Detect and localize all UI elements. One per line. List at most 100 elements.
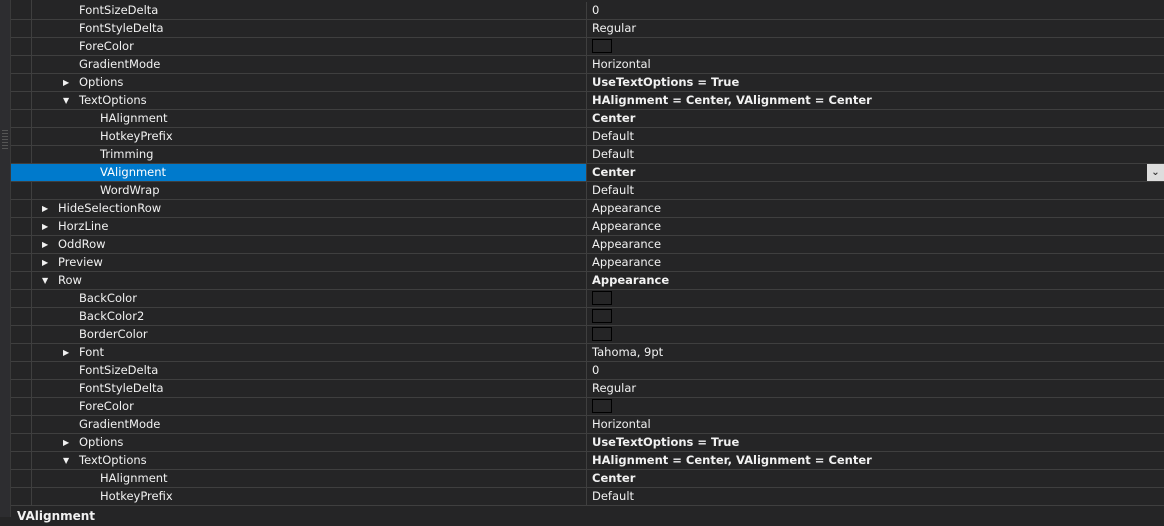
property-row[interactable]: WordWrap Default bbox=[11, 182, 1164, 200]
property-row[interactable]: ▼ Row Appearance bbox=[11, 272, 1164, 290]
collapse-arrow-icon[interactable]: ▼ bbox=[63, 452, 69, 469]
property-name-cell[interactable]: HAlignment bbox=[11, 470, 587, 487]
property-row[interactable]: FontSizeDelta 0 bbox=[11, 2, 1164, 20]
collapse-arrow-icon[interactable]: ▼ bbox=[63, 92, 69, 109]
property-row[interactable]: FontStyleDelta Regular bbox=[11, 20, 1164, 38]
property-name-cell[interactable]: ▶ Options bbox=[11, 74, 587, 91]
property-row[interactable]: ▶ HorzLine Appearance bbox=[11, 218, 1164, 236]
property-row[interactable]: ▼ TextOptions HAlignment = Center, VAlignm… bbox=[11, 92, 1164, 110]
property-row[interactable]: BackColor bbox=[11, 290, 1164, 308]
property-value[interactable]: HAlignment = Center, VAlignment = Center bbox=[587, 92, 1164, 109]
property-row[interactable]: GradientMode Horizontal bbox=[11, 416, 1164, 434]
property-value[interactable]: Center ⌄ bbox=[587, 164, 1164, 181]
property-value[interactable]: Default bbox=[587, 128, 1164, 145]
property-value[interactable]: Default bbox=[587, 488, 1164, 505]
dropdown-chevron-icon[interactable]: ⌄ bbox=[1147, 164, 1164, 181]
property-row[interactable]: ▶ Options UseTextOptions = True bbox=[11, 434, 1164, 452]
property-value[interactable]: Default bbox=[587, 182, 1164, 199]
color-swatch[interactable] bbox=[592, 39, 612, 53]
color-swatch[interactable] bbox=[592, 327, 612, 341]
property-value[interactable]: Appearance bbox=[587, 272, 1164, 289]
property-name-cell[interactable]: ▶ OddRow bbox=[11, 236, 587, 253]
property-value[interactable]: Regular bbox=[587, 20, 1164, 37]
property-value[interactable]: Center bbox=[587, 470, 1164, 487]
color-swatch[interactable] bbox=[592, 309, 612, 323]
property-value[interactable]: 0 bbox=[587, 2, 1164, 19]
property-row[interactable]: FontSizeDelta 0 bbox=[11, 362, 1164, 380]
expand-arrow-icon[interactable]: ▶ bbox=[63, 74, 69, 91]
property-row[interactable]: ▼ TextOptions HAlignment = Center, VAlignm… bbox=[11, 452, 1164, 470]
expand-arrow-icon[interactable]: ▶ bbox=[63, 434, 69, 451]
property-value[interactable] bbox=[587, 290, 1164, 307]
property-value[interactable]: 0 bbox=[587, 362, 1164, 379]
property-name-cell[interactable]: FontStyleDelta bbox=[11, 380, 587, 397]
property-name-cell[interactable]: ForeColor bbox=[11, 38, 587, 55]
property-value[interactable]: Appearance bbox=[587, 254, 1164, 271]
property-name-cell[interactable]: WordWrap bbox=[11, 182, 587, 199]
property-row[interactable]: ▶ OddRow Appearance bbox=[11, 236, 1164, 254]
property-value[interactable] bbox=[587, 398, 1164, 415]
property-name-cell[interactable]: GradientMode bbox=[11, 56, 587, 73]
property-name-cell[interactable]: ForeColor bbox=[11, 398, 587, 415]
expand-arrow-icon[interactable]: ▶ bbox=[63, 344, 69, 361]
property-name-cell[interactable]: FontSizeDelta bbox=[11, 2, 587, 19]
expand-arrow-icon[interactable]: ▶ bbox=[42, 218, 48, 235]
property-name-cell[interactable]: HotkeyPrefix bbox=[11, 488, 587, 505]
property-value[interactable] bbox=[587, 326, 1164, 343]
property-row[interactable]: ▶ Preview Appearance bbox=[11, 254, 1164, 272]
expand-arrow-icon[interactable]: ▶ bbox=[42, 200, 48, 217]
property-value[interactable]: Appearance bbox=[587, 218, 1164, 235]
expand-arrow-icon[interactable]: ▶ bbox=[42, 254, 48, 271]
expand-arrow-icon[interactable]: ▶ bbox=[42, 236, 48, 253]
property-name-cell[interactable]: ▶ Font bbox=[11, 344, 587, 361]
property-name-cell[interactable]: ▼ TextOptions bbox=[11, 92, 587, 109]
property-name-cell[interactable]: HotkeyPrefix bbox=[11, 128, 587, 145]
property-name-cell[interactable]: Trimming bbox=[11, 146, 587, 163]
property-value[interactable]: Center bbox=[587, 110, 1164, 127]
collapse-arrow-icon[interactable]: ▼ bbox=[42, 272, 48, 289]
property-name-cell[interactable]: FontStyleDelta bbox=[11, 20, 587, 37]
property-name-cell[interactable]: ▶ Preview bbox=[11, 254, 587, 271]
property-value[interactable]: HAlignment = Center, VAlignment = Center bbox=[587, 452, 1164, 469]
property-value[interactable]: Horizontal bbox=[587, 416, 1164, 433]
property-name-cell[interactable]: BackColor2 bbox=[11, 308, 587, 325]
property-row[interactable]: GradientMode Horizontal bbox=[11, 56, 1164, 74]
property-row[interactable]: ▶ Font Tahoma, 9pt bbox=[11, 344, 1164, 362]
property-name-cell[interactable]: FontSizeDelta bbox=[11, 362, 587, 379]
property-row[interactable]: HAlignment Center bbox=[11, 470, 1164, 488]
property-row[interactable]: BorderColor bbox=[11, 326, 1164, 344]
property-name-cell[interactable]: ▶ HorzLine bbox=[11, 218, 587, 235]
property-value[interactable]: UseTextOptions = True bbox=[587, 74, 1164, 91]
property-name-cell[interactable]: GradientMode bbox=[11, 416, 587, 433]
property-value[interactable] bbox=[587, 38, 1164, 55]
property-row[interactable]: ▶ HideSelectionRow Appearance bbox=[11, 200, 1164, 218]
property-row[interactable]: HotkeyPrefix Default bbox=[11, 128, 1164, 146]
property-row[interactable]: FontStyleDelta Regular bbox=[11, 380, 1164, 398]
property-name-cell[interactable]: ▶ HideSelectionRow bbox=[11, 200, 587, 217]
property-row[interactable]: Trimming Default bbox=[11, 146, 1164, 164]
property-value[interactable]: Tahoma, 9pt bbox=[587, 344, 1164, 361]
property-value[interactable]: Appearance bbox=[587, 236, 1164, 253]
property-value[interactable]: Default bbox=[587, 146, 1164, 163]
property-name-cell[interactable]: HAlignment bbox=[11, 110, 587, 127]
property-name-cell[interactable]: ▶ Options bbox=[11, 434, 587, 451]
property-row[interactable]: ▶ Options UseTextOptions = True bbox=[11, 74, 1164, 92]
property-value[interactable]: Regular bbox=[587, 380, 1164, 397]
property-value[interactable]: Horizontal bbox=[587, 56, 1164, 73]
property-row[interactable]: HAlignment Center bbox=[11, 110, 1164, 128]
property-value[interactable]: Appearance bbox=[587, 200, 1164, 217]
property-value[interactable]: UseTextOptions = True bbox=[587, 434, 1164, 451]
property-row[interactable]: BackColor2 bbox=[11, 308, 1164, 326]
property-name-cell[interactable]: VAlignment bbox=[11, 164, 587, 181]
color-swatch[interactable] bbox=[592, 291, 612, 305]
panel-splitter[interactable] bbox=[0, 0, 11, 517]
property-name-cell[interactable]: BorderColor bbox=[11, 326, 587, 343]
color-swatch[interactable] bbox=[592, 399, 612, 413]
property-row[interactable]: ForeColor bbox=[11, 398, 1164, 416]
property-row[interactable]: VAlignment Center ⌄ bbox=[11, 164, 1164, 182]
property-grid[interactable]: FontSizeDelta 0 FontStyleDelta Regular ForeC… bbox=[11, 2, 1164, 506]
property-row[interactable]: ForeColor bbox=[11, 38, 1164, 56]
property-row[interactable]: HotkeyPrefix Default bbox=[11, 488, 1164, 506]
property-name-cell[interactable]: ▼ TextOptions bbox=[11, 452, 587, 469]
property-value[interactable] bbox=[587, 308, 1164, 325]
